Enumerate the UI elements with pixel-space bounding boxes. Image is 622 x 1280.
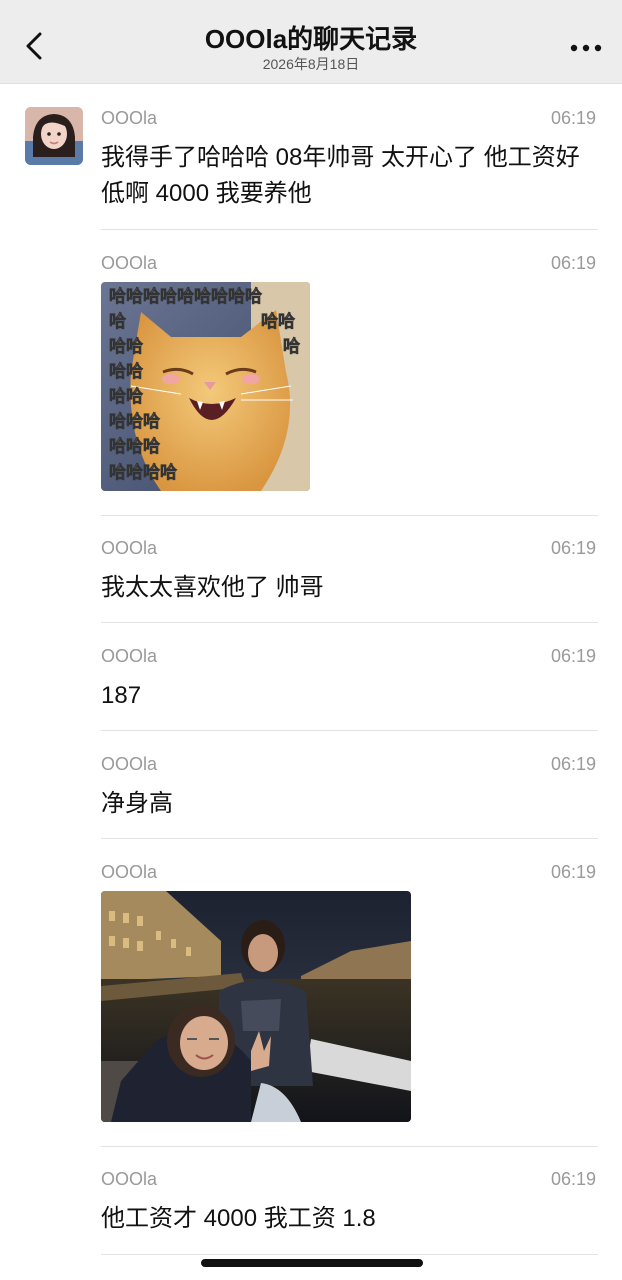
home-indicator[interactable]	[201, 1259, 423, 1267]
meme-overlay-text: 哈哈	[109, 386, 143, 407]
sender-name: OOOla	[101, 253, 158, 273]
more-dots-icon	[570, 44, 602, 52]
message-time: 06:19	[550, 754, 596, 774]
sender-name: OOOla	[101, 538, 158, 558]
message-time: 06:19	[550, 108, 596, 128]
night-selfie-photo	[101, 891, 411, 1122]
sender-avatar[interactable]	[25, 107, 83, 165]
message-item[interactable]: OOOla 06:19 187	[101, 645, 598, 715]
message-divider	[101, 1146, 598, 1147]
message-divider	[101, 1254, 598, 1255]
meme-overlay-text: 哈哈哈	[109, 436, 160, 457]
message-item[interactable]: OOOla 06:19 他工资才 4000 我工资 1.8	[101, 1168, 598, 1238]
message-text: 他工资才 4000 我工资 1.8	[101, 1205, 376, 1232]
message-item[interactable]: OOOla 06:19 净身高	[101, 753, 598, 823]
cat-meme-image[interactable]: 哈哈哈哈哈哈哈哈哈 哈 哈哈 哈哈 哈 哈哈 哈哈 哈哈哈 哈哈哈 哈哈哈哈	[101, 282, 310, 491]
message-time: 06:19	[550, 538, 596, 558]
meme-overlay-text: 哈	[109, 311, 126, 332]
message-time: 06:19	[550, 862, 596, 882]
meme-overlay-text: 哈哈	[261, 311, 295, 332]
more-button[interactable]	[568, 36, 604, 60]
message-text: 净身高	[101, 790, 173, 817]
meme-overlay-text: 哈哈	[109, 336, 143, 357]
message-item[interactable]: OOOla 06:19	[101, 861, 598, 1123]
sender-name: OOOla	[101, 862, 158, 882]
nav-bar: OOOla的聊天记录 2026年8月18日	[0, 0, 622, 84]
message-item[interactable]: OOOla 06:19 我得手了哈哈哈 08年帅哥 太开心了 他工资好低啊 40…	[101, 107, 598, 207]
message-time: 06:19	[550, 1169, 596, 1189]
meme-overlay-text: 哈哈	[109, 361, 143, 382]
cat-laughing-image: 哈哈哈哈哈哈哈哈哈 哈 哈哈 哈哈 哈 哈哈 哈哈 哈哈哈 哈哈哈 哈哈哈哈	[101, 282, 310, 491]
message-divider	[101, 730, 598, 731]
message-text: 我得手了哈哈哈 08年帅哥 太开心了 他工资好低啊 4000 我要养他	[101, 144, 580, 207]
avatar-portrait-image	[25, 107, 83, 165]
meme-overlay-text: 哈哈哈哈哈哈哈哈哈	[109, 286, 262, 307]
message-time: 06:19	[550, 646, 596, 666]
title-block: OOOla的聊天记录 2026年8月18日	[100, 22, 522, 72]
message-text: 187	[101, 682, 142, 709]
message-text: 我太太喜欢他了 帅哥	[101, 574, 324, 601]
page-subtitle-date: 2026年8月18日	[262, 56, 360, 72]
sender-name: OOOla	[101, 754, 158, 774]
message-item[interactable]: OOOla 06:19	[101, 252, 598, 492]
back-button[interactable]	[18, 26, 54, 66]
meme-overlay-text: 哈哈哈	[109, 411, 160, 432]
message-divider	[101, 838, 598, 839]
selfie-photo-image[interactable]	[101, 891, 411, 1122]
sender-name: OOOla	[101, 1169, 158, 1189]
page-title: OOOla的聊天记录	[204, 24, 418, 54]
message-divider	[101, 229, 598, 230]
message-divider	[101, 622, 598, 623]
meme-overlay-text: 哈哈哈哈	[109, 462, 177, 483]
message-divider	[101, 515, 598, 516]
message-item[interactable]: OOOla 06:19 我太太喜欢他了 帅哥	[101, 537, 598, 607]
sender-name: OOOla	[101, 108, 158, 128]
back-chevron-icon	[26, 32, 42, 60]
sender-name: OOOla	[101, 646, 158, 666]
meme-overlay-text: 哈	[283, 336, 300, 357]
message-time: 06:19	[550, 253, 596, 273]
